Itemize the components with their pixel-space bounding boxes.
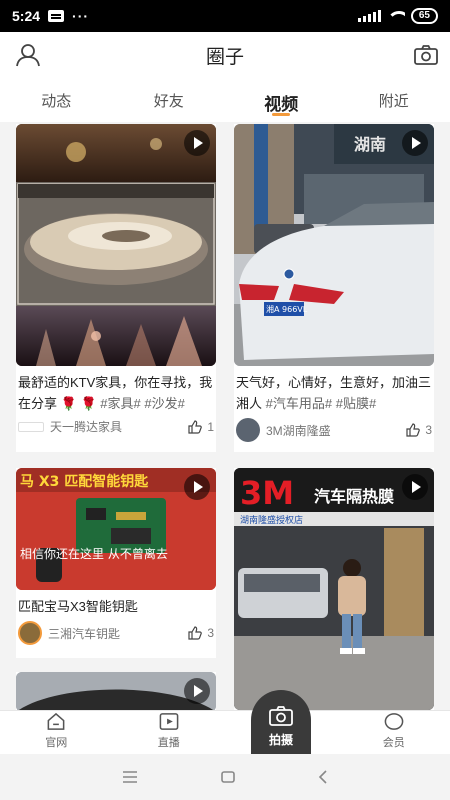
nav-member[interactable]: 会员 — [338, 711, 450, 754]
status-time: 5:24 — [12, 8, 41, 24]
video-card[interactable]: 马 X3 匹配智能钥匙 相信你还在这里 从不曾离去 匹配宝马X3智能钥匙 三湘汽… — [16, 468, 216, 658]
page-title: 圈子 — [205, 46, 244, 68]
member-icon — [384, 713, 404, 730]
nav-label: 官网 — [45, 737, 68, 749]
home-icon — [47, 712, 65, 730]
top-header: 圈子 — [0, 32, 450, 78]
more-dots-icon: ··· — [72, 8, 90, 24]
caption-text: 匹配宝马X3智能钥匙 — [18, 599, 138, 614]
video-thumbnail[interactable]: 马 X3 匹配智能钥匙 相信你还在这里 从不曾离去 — [16, 468, 216, 590]
nav-live[interactable]: 直播 — [113, 711, 226, 754]
avatar[interactable] — [18, 621, 42, 645]
like-count[interactable]: 3 — [188, 626, 214, 640]
shop-front-image: 3M 汽车隔热膜 湖南隆盛授权店 — [234, 468, 434, 710]
card-meta: 3M湖南隆盛 3 — [234, 414, 434, 442]
play-icon[interactable] — [402, 130, 428, 156]
video-card[interactable]: 3M 汽车隔热膜 湖南隆盛授权店 — [234, 468, 434, 710]
like-number: 3 — [425, 423, 432, 437]
avatar[interactable] — [236, 418, 260, 442]
overlay-title: 马 X3 匹配智能钥匙 — [20, 473, 149, 490]
sign-text: 汽车隔热膜 — [314, 487, 394, 506]
nav-label: 会员 — [382, 737, 405, 749]
sign-subtext: 湖南隆盛授权店 — [240, 514, 303, 526]
bottom-nav: 官网 直播 会员 — [0, 710, 450, 754]
ktv-sofa-image — [16, 124, 216, 366]
thumbs-up-icon — [188, 419, 203, 434]
video-card[interactable]: 湖南 湘A 966VL 天气好，心情好，生意好，加油三湘人 #汽车用品# #贴膜… — [234, 124, 434, 452]
thumbs-up-icon — [188, 626, 203, 640]
video-feed[interactable]: 最舒适的KTV家具，你在寻找，我在分享 🌹 🌹 #家具# #沙发# 天一腾达家具… — [0, 122, 450, 710]
nav-label: 直播 — [157, 737, 180, 749]
like-count[interactable]: 3 — [406, 423, 432, 437]
nav-official-site[interactable]: 官网 — [0, 711, 113, 754]
like-number: 1 — [207, 419, 214, 434]
card-meta: 天一腾达家具 1 — [16, 414, 216, 435]
system-nav-bar — [0, 754, 450, 800]
tab-bar: 动态 好友 视频 附近 — [0, 78, 450, 122]
thumbs-up-icon — [406, 423, 421, 437]
card-caption: 匹配宝马X3智能钥匙 — [16, 590, 216, 617]
user-icon[interactable] — [14, 41, 42, 69]
video-thumbnail[interactable] — [16, 124, 216, 366]
caption-tags[interactable]: #家具# #沙发# — [100, 396, 185, 411]
battery-indicator: 65 — [410, 8, 438, 24]
wifi-icon — [387, 9, 405, 23]
play-icon[interactable] — [184, 678, 210, 704]
shop-sign-text: 湖南 — [354, 135, 386, 154]
like-number: 3 — [207, 626, 214, 640]
play-icon[interactable] — [184, 474, 210, 500]
overlay-subtitle: 相信你还在这里 从不曾离去 — [20, 546, 168, 561]
back-icon[interactable] — [318, 770, 328, 784]
card-caption: 最舒适的KTV家具，你在寻找，我在分享 🌹 🌹 #家具# #沙发# — [16, 366, 216, 414]
camera-icon[interactable] — [412, 41, 440, 69]
avatar[interactable] — [18, 421, 44, 432]
video-card[interactable] — [16, 672, 216, 710]
license-plate: 湘A 966VL — [266, 304, 308, 314]
video-thumbnail[interactable]: 3M 汽车隔热膜 湖南隆盛授权店 — [234, 468, 434, 710]
status-bar: 5:24 ··· 65 — [0, 0, 450, 32]
author-name[interactable]: 天一腾达家具 — [50, 418, 122, 435]
video-thumbnail[interactable] — [16, 672, 216, 710]
shoot-label: 拍摄 — [268, 733, 293, 747]
card-caption: 天气好，心情好，生意好，加油三湘人 #汽车用品# #贴膜# — [234, 366, 434, 414]
author-name[interactable]: 三湘汽车钥匙 — [48, 625, 120, 642]
shoot-button[interactable]: 拍摄 — [251, 690, 311, 754]
caption-tags[interactable]: #汽车用品# #贴膜# — [266, 396, 377, 411]
menu-icon[interactable] — [122, 771, 138, 783]
tab-friends[interactable]: 好友 — [113, 78, 226, 122]
author-name[interactable]: 3M湖南隆盛 — [266, 422, 331, 439]
video-card[interactable]: 最舒适的KTV家具，你在寻找，我在分享 🌹 🌹 #家具# #沙发# 天一腾达家具… — [16, 124, 216, 452]
camera-icon — [269, 706, 293, 726]
play-icon[interactable] — [402, 474, 428, 500]
brand-3m: 3M — [240, 474, 294, 512]
card-meta: 三湘汽车钥匙 3 — [16, 617, 216, 645]
live-icon — [159, 713, 179, 730]
video-thumbnail[interactable]: 湖南 湘A 966VL — [234, 124, 434, 366]
tab-video[interactable]: 视频 — [225, 78, 338, 122]
rose-emoji: 🌹 🌹 — [60, 396, 97, 411]
tab-nearby[interactable]: 附近 — [338, 78, 450, 122]
home-square-icon[interactable] — [221, 771, 235, 783]
signal-icon — [357, 10, 381, 22]
play-icon[interactable] — [184, 130, 210, 156]
car-photo-image: 湖南 湘A 966VL — [234, 124, 434, 366]
like-count[interactable]: 1 — [188, 420, 214, 434]
tab-dynamic[interactable]: 动态 — [0, 78, 113, 122]
message-icon — [48, 10, 65, 22]
